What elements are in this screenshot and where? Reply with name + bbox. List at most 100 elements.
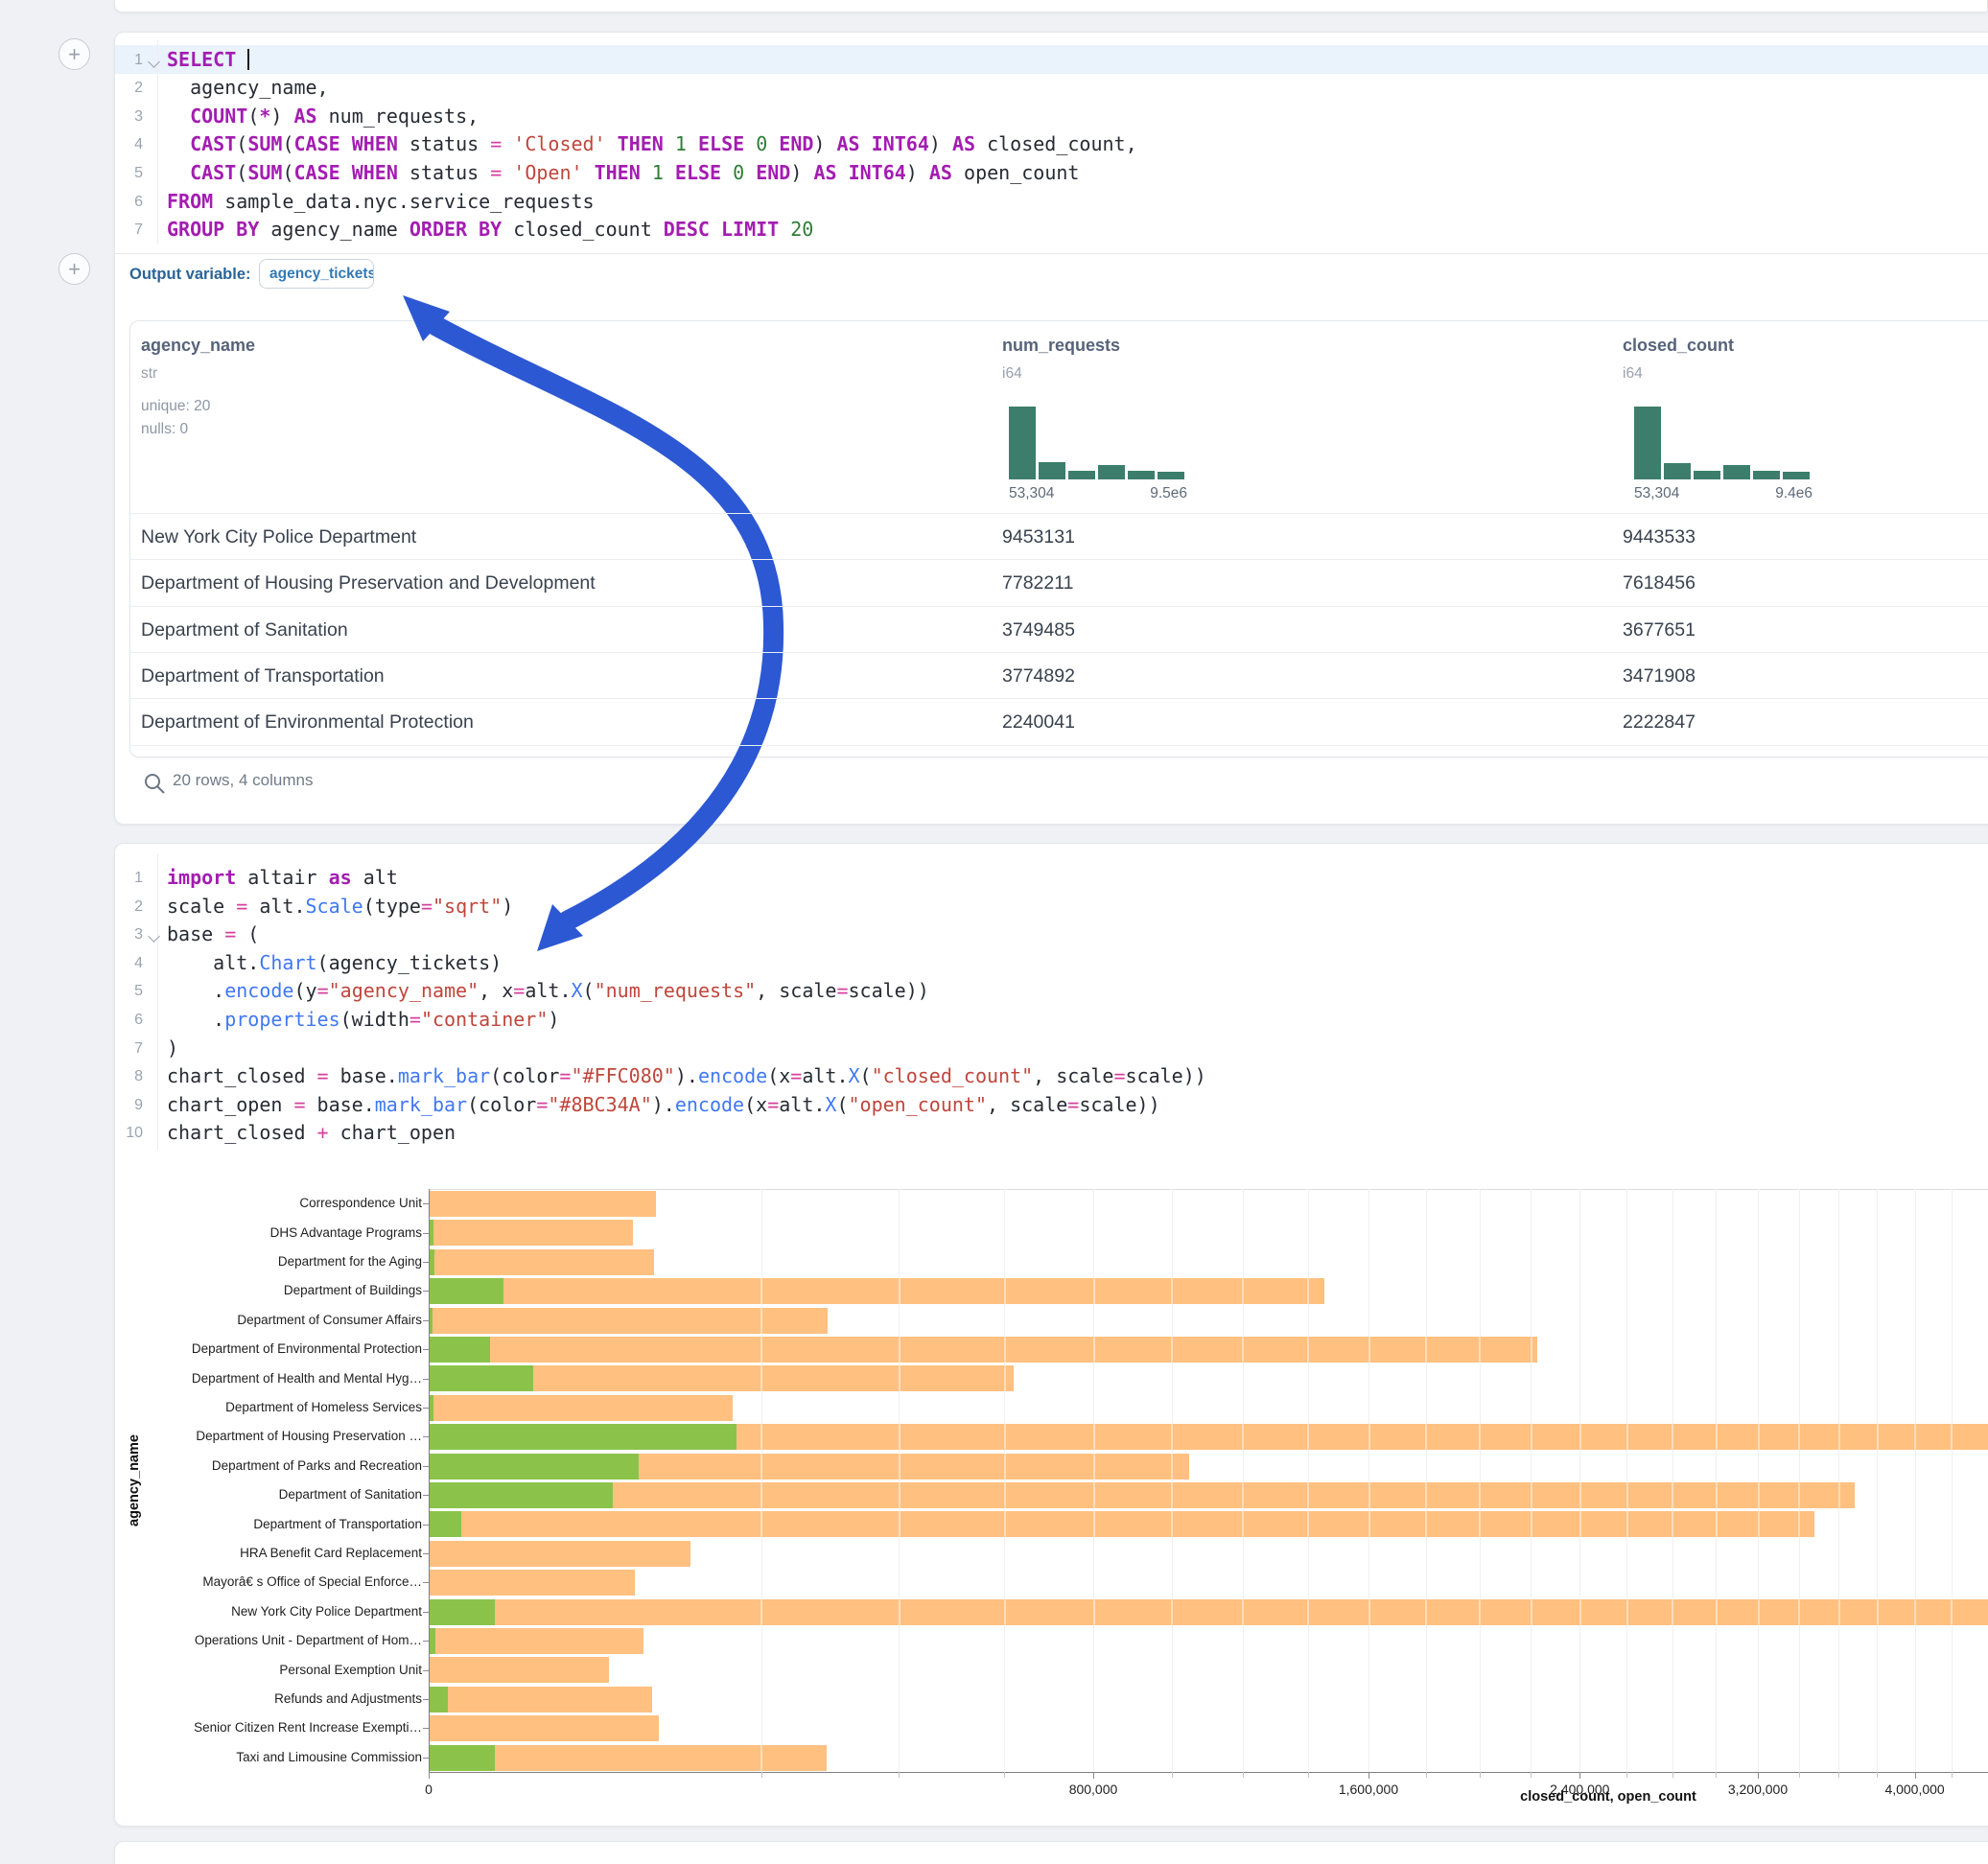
chart-x-minor-tick [1308, 1772, 1309, 1778]
line-number: 4 [114, 949, 143, 978]
column-header-num-requests[interactable]: num_requests [1002, 336, 1120, 356]
row-separator [130, 745, 1988, 746]
histogram-min-label-closed: 53,304 [1634, 485, 1679, 502]
chart-bar-open [430, 1308, 433, 1334]
code-line[interactable]: 2 agency_name, [114, 74, 1988, 103]
histogram-min-label-num: 53,304 [1009, 485, 1054, 502]
chart-y-label: Personal Exemption Unit [105, 1663, 422, 1677]
chart-bar-closed [430, 1249, 654, 1275]
chart-gridline-overlay [1004, 1189, 1006, 1772]
line-number: 10 [114, 1119, 143, 1148]
chart-gridline-overlay [1626, 1189, 1628, 1772]
chart-y-label: Department of Consumer Affairs [105, 1313, 422, 1327]
previous-cell-edge [114, 0, 1988, 12]
chart-bar-open [430, 1424, 737, 1450]
chart-y-label: Department of Environmental Protection [105, 1341, 422, 1356]
text-cursor [247, 49, 249, 70]
chart-y-label: Taxi and Limousine Commission [105, 1750, 422, 1764]
code-line[interactable]: 9chart_open = base.mark_bar(color="#8BC3… [114, 1091, 1988, 1120]
code-text: scale = alt.Scale(type="sqrt") [167, 893, 513, 921]
column-stat-unique: unique: 20 [141, 398, 210, 415]
chart-x-tick [429, 1772, 430, 1779]
code-text: COUNT(*) AS num_requests, [167, 103, 479, 131]
chart-bar-closed [430, 1628, 643, 1654]
chart-gridline-overlay [1951, 1189, 1953, 1772]
code-line[interactable]: 6 .properties(width="container") [114, 1006, 1988, 1035]
chart-x-minor-tick [1952, 1772, 1953, 1778]
line-number: 3 [114, 103, 143, 131]
column-type-agency-name: str [141, 365, 157, 383]
chart-y-label: Department of Health and Mental Hyg… [105, 1371, 422, 1386]
code-line[interactable]: 10chart_closed + chart_open [114, 1119, 1988, 1148]
code-line[interactable]: 6FROM sample_data.nyc.service_requests [114, 188, 1988, 217]
chart-y-label: Department of Homeless Services [105, 1400, 422, 1414]
table-cell: 3749485 [1002, 607, 1075, 653]
chart-gridline-overlay [1672, 1189, 1673, 1772]
chart-bar-open [430, 1395, 433, 1421]
code-line[interactable]: 3 COUNT(*) AS num_requests, [114, 103, 1988, 131]
code-text: ) [167, 1035, 178, 1063]
add-cell-button-output[interactable]: + [58, 253, 90, 285]
chart-bar-open [430, 1278, 503, 1304]
chart-y-label: Refunds and Adjustments [105, 1691, 422, 1706]
code-text: chart_closed = base.mark_bar(color="#FFC… [167, 1062, 1206, 1091]
line-number: 5 [114, 159, 143, 188]
chart-gridline-overlay [1758, 1189, 1760, 1772]
code-line[interactable]: 5 CAST(SUM(CASE WHEN status = 'Open' THE… [114, 159, 1988, 188]
column-header-agency-name[interactable]: agency_name [141, 336, 255, 356]
fold-chevron-icon[interactable] [148, 56, 160, 68]
histogram-bar [1723, 465, 1750, 479]
chart-y-label: Department of Parks and Recreation [105, 1458, 422, 1473]
next-cell-edge [114, 1841, 1988, 1864]
code-line[interactable]: 2 scale = alt.Scale(type="sqrt") [114, 893, 1988, 921]
chart-bar-closed [430, 1482, 1855, 1508]
column-header-closed-count[interactable]: closed_count [1623, 336, 1734, 356]
table-cell: Department of Environmental Protection [141, 699, 474, 745]
chart-gridline-overlay [1579, 1189, 1581, 1772]
code-line[interactable]: 8chart_closed = base.mark_bar(color="#FF… [114, 1062, 1988, 1091]
chart-y-label: Department of Housing Preservation … [105, 1429, 422, 1443]
line-number: 2 [114, 893, 143, 921]
chart-gridline-overlay [1914, 1189, 1916, 1772]
add-cell-button-top[interactable]: + [58, 38, 90, 70]
chart-bar-open [430, 1687, 448, 1713]
chart-bar-open [430, 1628, 435, 1654]
histogram-num-requests [1009, 407, 1187, 479]
chart-y-label: Department for the Aging [105, 1254, 422, 1269]
code-text: GROUP BY agency_name ORDER BY closed_cou… [167, 216, 813, 245]
chart-y-label: HRA Benefit Card Replacement [105, 1546, 422, 1560]
chart-bar-closed [430, 1715, 659, 1741]
code-line[interactable]: 7) [114, 1035, 1988, 1063]
chart-x-minor-tick [1243, 1772, 1244, 1778]
chart-bar-open [430, 1365, 533, 1391]
line-number: 6 [114, 1006, 143, 1035]
chart-bar-open [430, 1220, 433, 1246]
histogram-bar [1753, 471, 1780, 479]
chart-bar-open [430, 1482, 613, 1508]
chart-x-tick [1368, 1772, 1369, 1779]
chart-y-label: Correspondence Unit [105, 1196, 422, 1210]
code-line[interactable]: 4 alt.Chart(agency_tickets) [114, 949, 1988, 978]
table-cell: Department of Transportation [141, 653, 385, 699]
chart-x-tick-label: 2,400,000 [1503, 1782, 1656, 1797]
chart-gridline-overlay [1171, 1189, 1173, 1772]
code-line[interactable]: 1import altair as alt [114, 864, 1988, 893]
chart-y-axis-title: agency_name [127, 1404, 142, 1557]
chart-x-tick [1093, 1772, 1094, 1779]
histogram-bar [1664, 463, 1691, 479]
histogram-bar [1694, 471, 1720, 479]
fold-chevron-icon[interactable] [148, 930, 160, 943]
code-line[interactable]: 5 .encode(y="agency_name", x=alt.X("num_… [114, 977, 1988, 1006]
chart-x-minor-tick [1877, 1772, 1878, 1778]
code-line[interactable]: 4 CAST(SUM(CASE WHEN status = 'Closed' T… [114, 130, 1988, 159]
code-line[interactable]: 1SELECT [114, 46, 1988, 75]
output-variable-pill[interactable]: agency_tickets [259, 259, 374, 289]
table-cell: 7618456 [1623, 560, 1696, 606]
code-text: SELECT [167, 46, 249, 75]
chart-gridline-overlay [1877, 1189, 1879, 1772]
chart-y-label: Department of Sanitation [105, 1487, 422, 1502]
code-text: CAST(SUM(CASE WHEN status = 'Open' THEN … [167, 159, 1079, 188]
code-line[interactable]: 7GROUP BY agency_name ORDER BY closed_co… [114, 216, 1988, 245]
code-line[interactable]: 3base = ( [114, 920, 1988, 949]
chart-bar-open [430, 1511, 461, 1537]
